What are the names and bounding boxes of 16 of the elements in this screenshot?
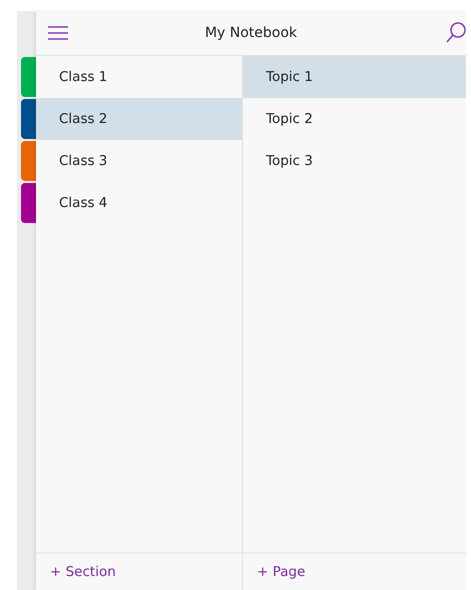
section-item[interactable]: Class 4 <box>36 182 242 224</box>
notebook-title: My Notebook <box>204 25 298 41</box>
page-item[interactable]: Topic 1 <box>243 56 466 98</box>
page-item[interactable]: Topic 3 <box>243 140 466 182</box>
add-section-button[interactable]: + Section <box>50 564 116 580</box>
section-item[interactable]: Class 1 <box>36 56 242 98</box>
add-page-button[interactable]: + Page <box>257 564 306 580</box>
section-item[interactable]: Class 3 <box>36 140 242 182</box>
section-item[interactable]: Class 2 <box>36 98 242 140</box>
search-icon[interactable] <box>446 22 466 44</box>
page-item[interactable]: Topic 2 <box>243 98 466 140</box>
section-color-tab[interactable] <box>21 183 36 223</box>
menu-icon[interactable] <box>48 26 68 40</box>
section-color-tab[interactable] <box>21 57 36 97</box>
section-color-tab[interactable] <box>21 141 36 181</box>
section-color-tab[interactable] <box>21 99 36 139</box>
